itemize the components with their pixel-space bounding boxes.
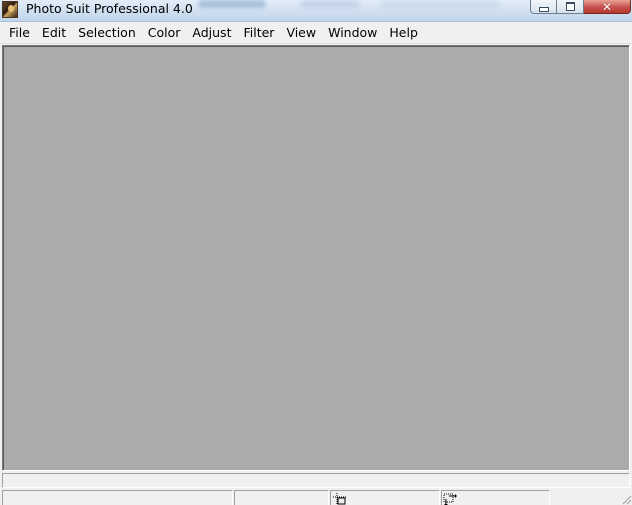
menu-window[interactable]: Window xyxy=(322,23,383,43)
status-panel-position xyxy=(330,490,440,505)
close-button[interactable]: ✕ xyxy=(584,0,631,14)
menu-view[interactable]: View xyxy=(280,23,322,43)
minimize-button[interactable] xyxy=(530,0,557,14)
title-bar-glass-artifact xyxy=(380,0,500,8)
status-panel-info xyxy=(234,490,329,505)
selection-size-icon xyxy=(443,493,457,505)
close-icon: ✕ xyxy=(601,0,613,14)
title-bar-glass-artifact xyxy=(300,0,360,8)
status-bar xyxy=(0,489,632,505)
info-strip xyxy=(2,473,630,488)
menu-edit[interactable]: Edit xyxy=(36,23,72,43)
maximize-button[interactable] xyxy=(557,0,584,14)
status-panel-size xyxy=(441,490,550,505)
menu-color[interactable]: Color xyxy=(142,23,187,43)
minimize-icon xyxy=(538,6,549,12)
app-window: Photo Suit Professional 4.0 ✕ File Edit … xyxy=(0,0,632,505)
menu-filter[interactable]: Filter xyxy=(237,23,280,43)
title-bar[interactable]: Photo Suit Professional 4.0 ✕ xyxy=(0,0,632,22)
menu-adjust[interactable]: Adjust xyxy=(186,23,237,43)
menu-bar: File Edit Selection Color Adjust Filter … xyxy=(0,22,632,44)
menu-file[interactable]: File xyxy=(3,23,36,43)
resize-grip-icon[interactable] xyxy=(620,493,632,505)
status-panel-message xyxy=(2,490,233,505)
title-bar-glass-artifact xyxy=(198,0,266,8)
app-portrait-icon[interactable] xyxy=(2,1,18,18)
maximize-icon xyxy=(565,2,575,11)
menu-help[interactable]: Help xyxy=(383,23,424,43)
workspace-area[interactable] xyxy=(2,45,630,471)
menu-selection[interactable]: Selection xyxy=(72,23,142,43)
position-cursor-icon xyxy=(333,493,347,505)
window-title: Photo Suit Professional 4.0 xyxy=(26,1,193,16)
